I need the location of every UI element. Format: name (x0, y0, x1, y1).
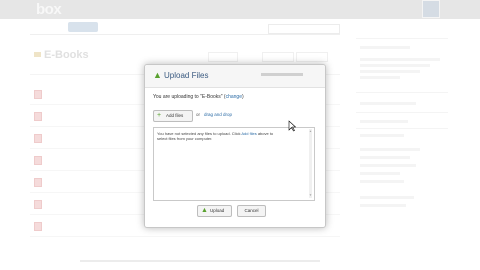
dialog-title: Upload Files (164, 71, 209, 80)
dialog-header[interactable]: ▲ Upload Files (145, 65, 325, 88)
upload-files-dialog: ▲ Upload Files You are uploading to "E-B… (144, 64, 326, 228)
add-files-button[interactable]: + Add files (153, 110, 193, 122)
change-link[interactable]: change (226, 94, 242, 100)
footer-text-redacted-icon (80, 260, 320, 262)
drag-and-drop-link[interactable]: drag and drop (204, 112, 232, 117)
upload-settings-link[interactable] (261, 72, 303, 78)
cancel-button[interactable]: Cancel (237, 205, 266, 217)
cancel-label: Cancel (244, 208, 259, 213)
drop-message-add-files-link[interactable]: Add files (241, 131, 256, 136)
upload-label: Upload (210, 208, 225, 213)
add-files-plus-icon: + (157, 112, 162, 119)
destination-suffix: ) (241, 94, 244, 100)
drop-zone-scrollbar[interactable] (309, 129, 312, 198)
file-drop-zone[interactable]: You have not selected any files to uploa… (153, 127, 315, 201)
empty-selection-message: You have not selected any files to uploa… (157, 131, 277, 141)
upload-settings-link-text-redacted-icon (261, 73, 303, 76)
scroll-up-arrow-icon[interactable]: ▲ (309, 129, 312, 133)
add-files-label: Add files (166, 113, 184, 118)
mouse-cursor-icon (288, 120, 296, 132)
upload-arrow-icon: ▲ (153, 70, 162, 80)
scroll-down-arrow-icon[interactable]: ▼ (309, 193, 312, 197)
or-text: or (196, 112, 201, 117)
destination-prefix: You are uploading to "E-Books" ( (153, 94, 226, 100)
page-footer (80, 259, 320, 264)
upload-arrow-icon: ▲ (201, 207, 208, 214)
destination-text: You are uploading to "E-Books" (change) (153, 94, 244, 100)
upload-button[interactable]: ▲ Upload (197, 205, 232, 217)
